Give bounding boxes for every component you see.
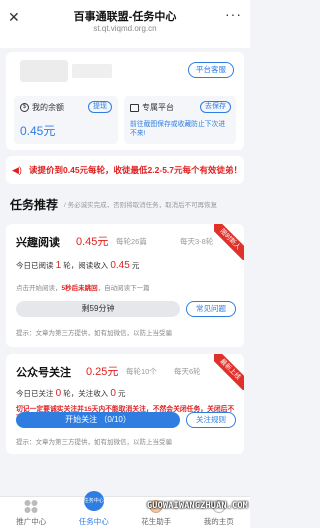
balance-label: $ 我的余额: [20, 102, 64, 113]
notice-bar: ◀) 读提价到0.45元每轮，收徒最低2.2-5.7元每个有效徒弟！: [6, 156, 244, 184]
start-follow-button[interactable]: 开始关注 （0/10）: [16, 412, 180, 428]
task-meta-per-round: 每轮10个: [126, 367, 157, 376]
corner-ribbon: 限时新人: [214, 224, 244, 260]
task-footnote: 提示：文章为第三方提供，如有加微信，以防上当受骗: [16, 330, 172, 337]
balance-box: $ 我的余额 提现 0.45元: [14, 96, 118, 144]
today-income: 0.45: [110, 260, 130, 271]
corner-ribbon: 最新上线: [214, 354, 244, 390]
faq-button[interactable]: 常见问题: [186, 301, 236, 317]
task-title: 公众号关注: [16, 367, 71, 379]
task-card-follow: 公众号关注 0.25元 每轮10个 每天6轮 最新上线 今日已关注 0 轮，关注…: [6, 354, 244, 454]
account-card: 平台客服 $ 我的余额 提现 0.45元 专属平台 去保存 前往截图保存或收藏防…: [6, 52, 244, 150]
today-progress: 今日已关注 0 轮，关注收入 0 元: [16, 388, 126, 399]
top-bar: ✕ 百事通联盟-任务中心 st.qt.viqmd.org.cn ···: [0, 0, 250, 48]
customer-service-button[interactable]: 平台客服: [188, 62, 234, 78]
task-title: 兴趣阅读: [16, 237, 60, 249]
today-progress: 今日已阅读 1 轮，阅读收入 0.45 元: [16, 260, 140, 271]
speaker-icon: ◀): [12, 164, 22, 175]
countdown-button[interactable]: 剩59分钟: [16, 301, 180, 317]
platform-box: 专属平台 去保存 前往截图保存或收藏防止下次进不来!: [124, 96, 236, 144]
balance-value: 0.45元: [20, 124, 56, 138]
today-income: 0: [110, 388, 116, 399]
save-platform-button[interactable]: 去保存: [200, 101, 231, 113]
grid-icon: [24, 500, 38, 513]
task-price: 0.25元: [86, 366, 119, 378]
more-menu-icon[interactable]: ···: [225, 6, 242, 22]
watermark: GUOWAIWANGZHUAN.COM: [146, 501, 248, 511]
task-footnote: 提示：文章为第三方提供，如有加微信，以防上当受骗: [16, 439, 172, 446]
task-meta-per-day: 每天3-8轮: [180, 237, 214, 246]
follow-rules-button[interactable]: 关注规则: [186, 412, 236, 428]
withdraw-button[interactable]: 提现: [88, 101, 112, 113]
task-center-icon: 任务中心: [83, 491, 104, 511]
task-meta-per-day: 每天6轮: [174, 367, 201, 376]
task-price: 0.45元: [76, 236, 109, 248]
section-title: 任务推荐: [10, 198, 59, 212]
today-count: 1: [55, 260, 62, 271]
tab-promotion-center[interactable]: 推广中心: [0, 497, 63, 528]
tab-task-center[interactable]: 任务中心 任务中心: [63, 491, 126, 528]
task-card-reading: 兴趣阅读 0.45元 每轮26篇 每天3-8轮 限时新人 今日已阅读 1 轮，阅…: [6, 224, 244, 347]
page-url: st.qt.viqmd.org.cn: [93, 24, 157, 33]
coin-icon: $: [20, 103, 29, 112]
platform-label: 专属平台: [130, 102, 174, 113]
today-count: 0: [55, 388, 62, 399]
platform-icon: [130, 103, 139, 112]
avatar: [20, 60, 68, 82]
section-subtitle: / 务必诚实完成，否则将取消任务，取消后不可再恢复: [64, 202, 218, 209]
page-title: 百事通联盟-任务中心: [73, 11, 177, 23]
username-redacted: [72, 64, 112, 78]
task-meta-per-round: 每轮26篇: [116, 237, 147, 246]
notice-text: 读提价到0.45元每轮，收徒最低2.2-5.7元每个有效徒弟！: [29, 165, 243, 175]
platform-description: 前往截图保存或收藏防止下次进不来!: [130, 121, 226, 137]
reading-hint: 点击开始阅读，5秒后未跳回，自动阅读下一篇: [16, 285, 150, 292]
